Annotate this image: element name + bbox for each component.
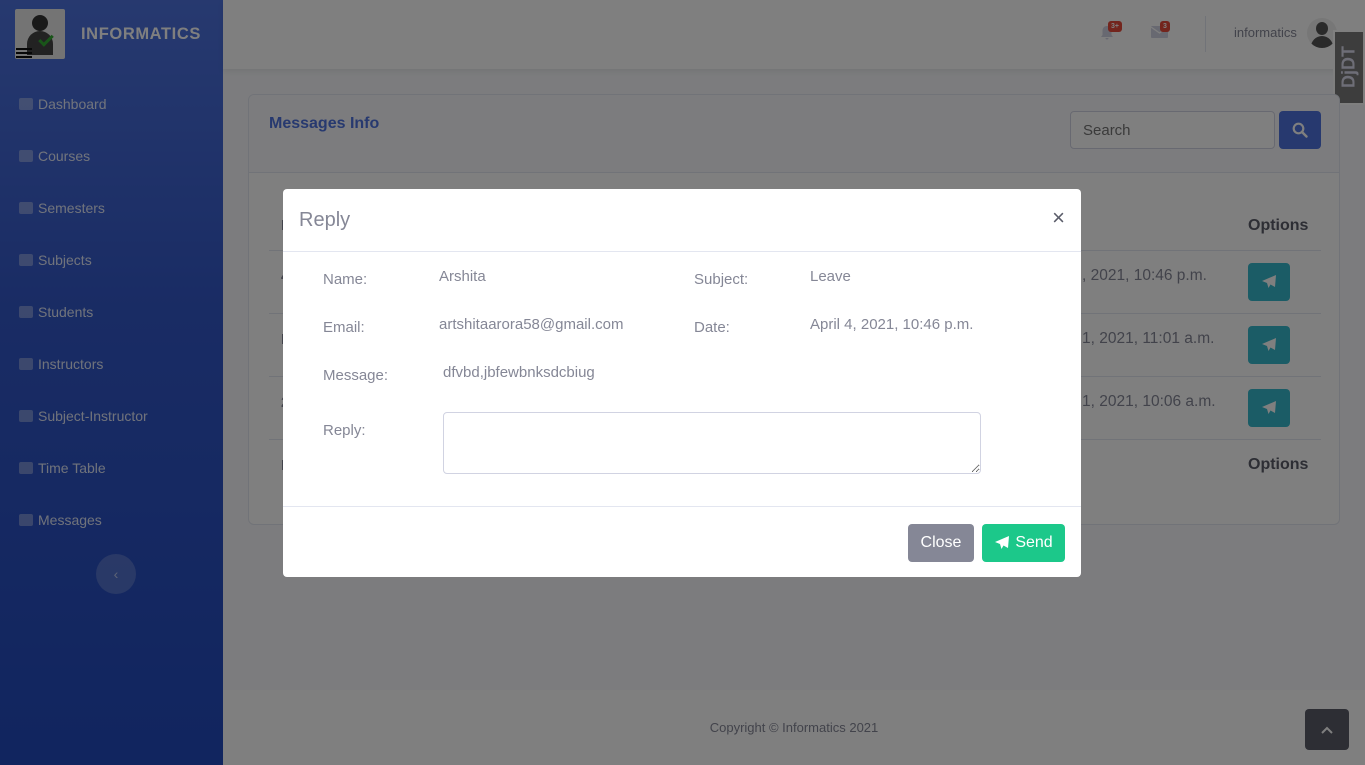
message-label: Message: (323, 367, 389, 384)
close-icon[interactable]: × (1052, 207, 1065, 229)
subject-value: Leave (810, 268, 851, 285)
close-button-label: Close (920, 534, 962, 551)
send-button[interactable]: Send (982, 524, 1065, 562)
date-label: Date: (694, 319, 730, 336)
send-button-label: Send (1015, 534, 1053, 551)
name-label: Name: (323, 271, 368, 288)
reply-textarea[interactable] (443, 412, 981, 474)
paper-plane-icon (995, 536, 1010, 549)
date-value: April 4, 2021, 10:46 p.m. (810, 316, 974, 333)
modal-title: Reply (299, 209, 351, 231)
message-value: dfvbd,jbfewbnksdcbiug (443, 364, 595, 381)
modal-footer: Close Send (283, 506, 1081, 577)
subject-label: Subject: (694, 271, 749, 288)
reply-label: Reply: (323, 422, 366, 439)
reply-modal: Reply × Name: Arshita Subject: Leave Ema… (283, 189, 1081, 577)
close-button[interactable]: Close (908, 524, 974, 562)
modal-header: Reply × (283, 189, 1081, 252)
name-value: Arshita (439, 268, 486, 285)
email-label: Email: (323, 319, 365, 336)
email-value: artshitaarora58@gmail.com (439, 316, 624, 333)
